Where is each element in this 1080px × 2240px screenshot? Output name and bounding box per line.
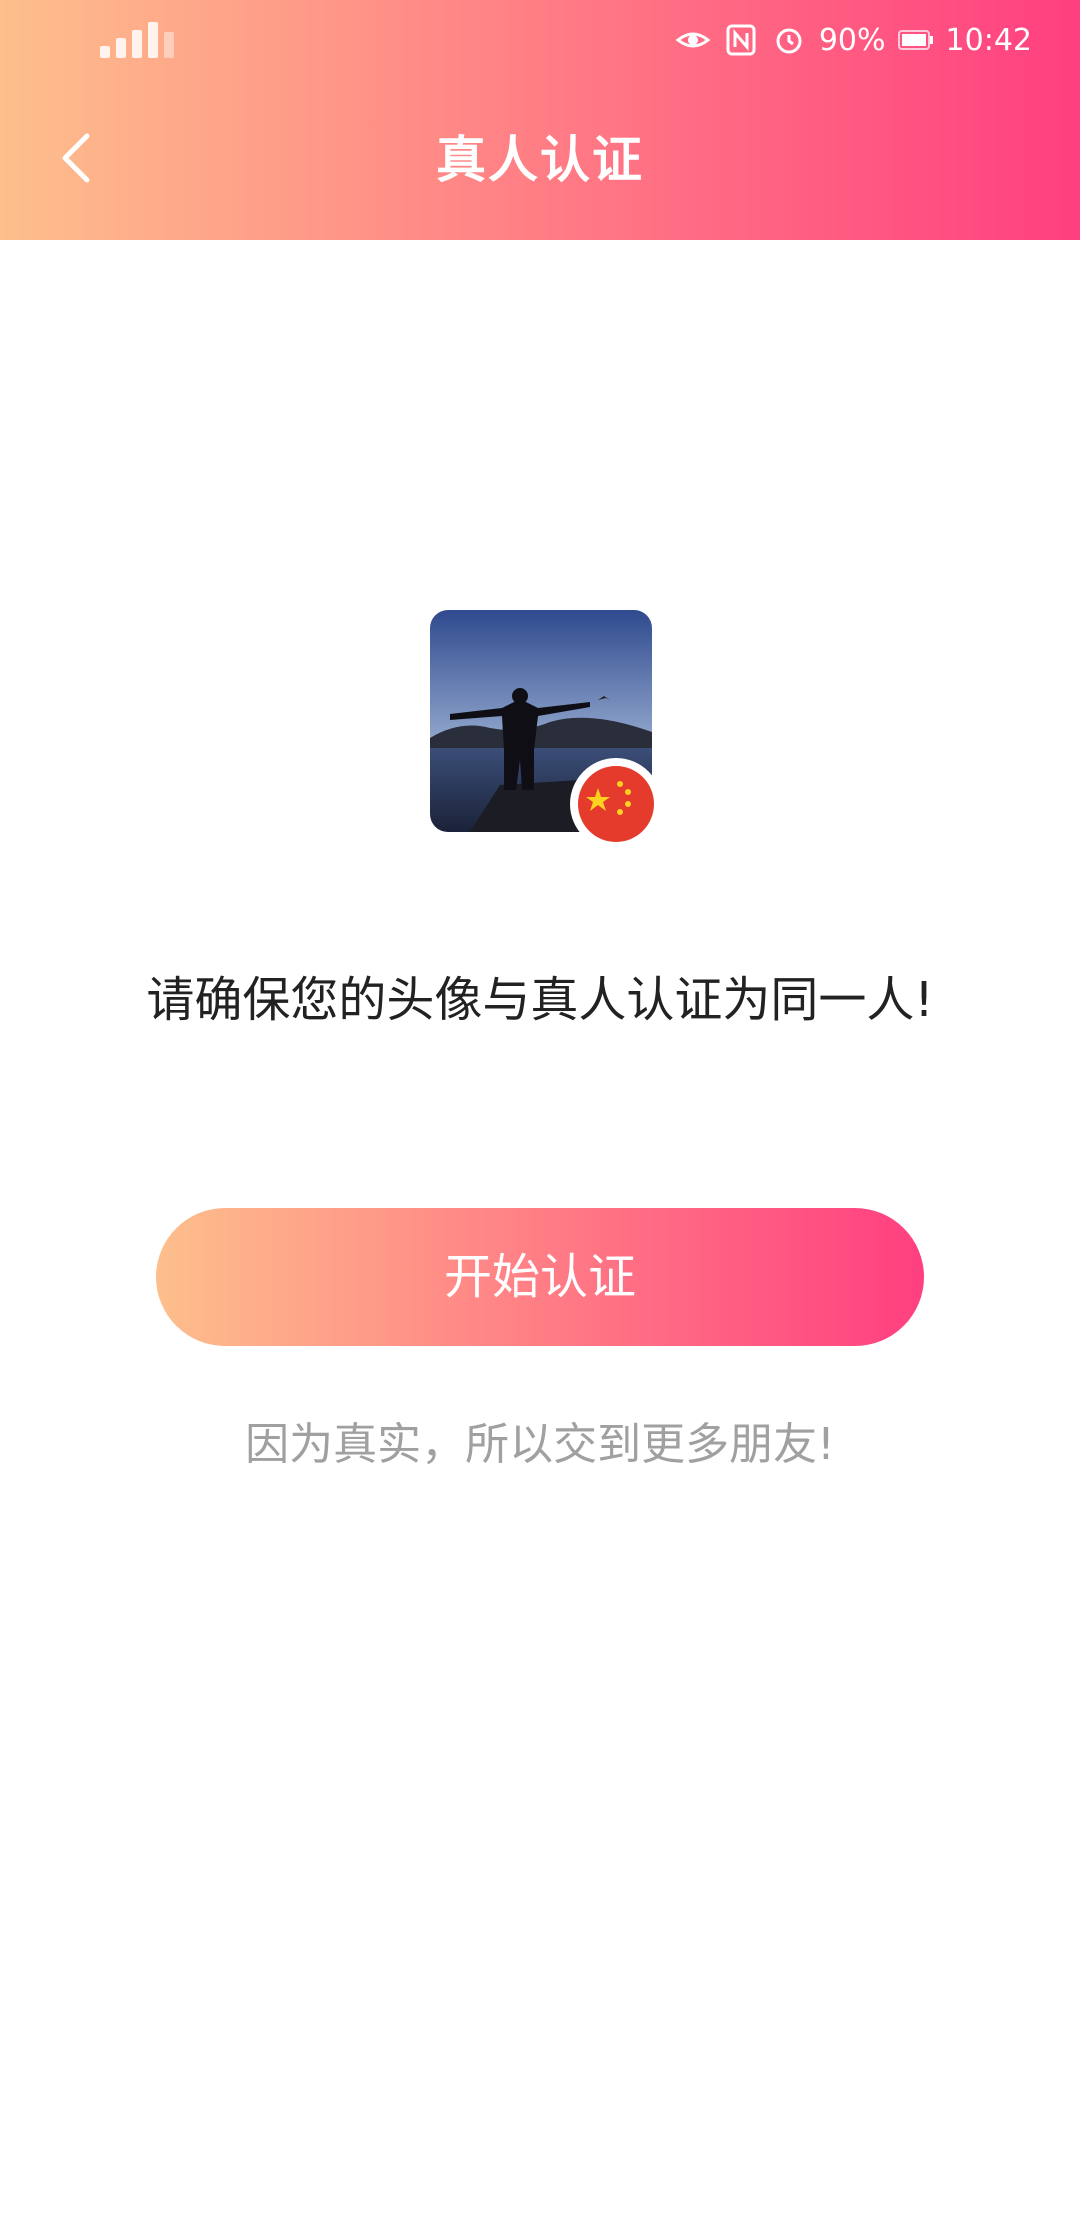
page-title: 真人认证 [436, 131, 644, 189]
signal-icon [100, 18, 190, 58]
slogan-text: 因为真实，所以交到更多朋友! [245, 1419, 835, 1470]
start-verification-button[interactable]: 开始认证 [156, 1208, 924, 1346]
avatar-wrap [430, 610, 662, 850]
eye-icon [675, 22, 711, 58]
notice-text: 请确保您的头像与真人认证为同一人! [146, 972, 934, 1028]
nfc-icon [723, 22, 759, 58]
chevron-left-icon [62, 133, 90, 183]
status-bar: 90% 10:42 [0, 0, 1080, 80]
china-flag-icon [570, 758, 662, 850]
battery-percent: 90% [818, 22, 886, 58]
back-button[interactable] [40, 118, 110, 198]
alarm-icon [771, 22, 807, 58]
header: 90% 10:42 真人认证 [0, 0, 1080, 240]
clock: 10:42 [945, 22, 1032, 58]
status-right: 90% 10:42 [675, 18, 1032, 62]
nav-bar: 真人认证 [0, 80, 1080, 240]
battery-icon [897, 22, 934, 58]
